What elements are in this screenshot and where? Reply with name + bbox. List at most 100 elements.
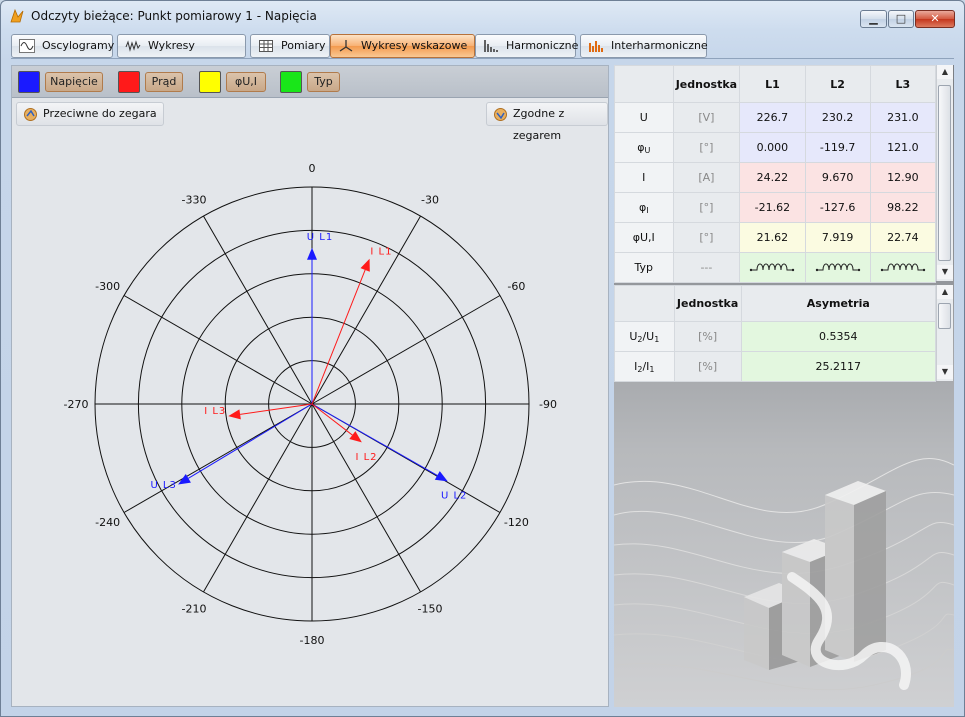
tab-wykresy-czasowe[interactable]: Wykresy czasowe [117,34,246,74]
phasor-i-l3: I L3 [204,403,313,420]
unit-cell: [°] [672,222,741,253]
phasor-arrowhead [349,431,362,443]
tab-pomiary[interactable]: Pomiary [250,34,330,58]
phasor-u-l2: U L2 [311,403,467,501]
main-window: Odczyty bieżące: Punkt pomiarowy 1 - Nap… [0,0,965,717]
phasor-arrowhead [307,247,317,260]
phase-measurements-table: Jednostka L1 L2 L3 U [V] 226.7 230.2 231… [614,65,937,283]
value-cell: 7.919 [804,222,871,253]
phasor-label: U L2 [441,490,467,501]
value-cell: -119.7 [804,132,871,163]
maximize-button[interactable]: □ [888,10,914,28]
close-button[interactable]: ✕ [915,10,955,28]
scroll-up-icon[interactable]: ▲ [937,285,953,299]
polar-spoke [311,215,421,405]
unit-column-header: Jednostka [673,285,742,322]
scroll-down-icon[interactable]: ▼ [937,265,953,279]
angle-tick-label: -330 [182,194,207,207]
table-row: U [V] 226.7 230.2 231.0 [614,102,937,133]
angle-tick-label: -30 [421,194,439,207]
value-cell: 98.22 [869,192,937,223]
measurement-panel: Jednostka L1 L2 L3 U [V] 226.7 230.2 231… [614,65,954,707]
polar-spoke [203,215,313,405]
l3-column-header: L3 [869,65,937,103]
table2-scrollbar[interactable]: ▲ ▼ [936,285,953,381]
table-row: I2/I1 [%] 25.2117 [614,351,937,382]
phasor-label: I L3 [204,406,226,417]
tab-label: Pomiary [281,39,326,52]
sine-wave-icon [19,39,35,53]
phasor-label: I L2 [355,452,377,463]
close-icon: ✕ [930,12,940,25]
value-cell: 121.0 [869,132,937,163]
scroll-thumb[interactable] [938,303,951,329]
tab-label: Harmoniczne [506,39,579,52]
table-row: Typ --- [614,252,937,283]
asymmetry-table: Jednostka Asymetria U2/U1 [%] 0.5354 I2/… [614,285,937,382]
row-label-u: U [614,102,674,133]
tab-wykresy-wskazowe[interactable]: Wykresy wskazowe [330,34,475,58]
value-cell: 22.74 [869,222,937,253]
scroll-thumb[interactable] [938,85,951,261]
l2-column-header: L2 [804,65,871,103]
phasor-label: U L1 [307,232,333,243]
polar-spoke [311,403,421,593]
tab-interharmoniczne[interactable]: Interharmoniczne [580,34,708,58]
tab-oscylogramy[interactable]: Oscylogramy [11,34,114,58]
scroll-up-icon[interactable]: ▲ [937,65,953,79]
app-logo-icon [10,8,24,23]
l1-column-header: L1 [739,65,806,103]
value-cell: 0.5354 [740,321,937,352]
table-row: I [A] 24.22 9.670 12.90 [614,162,937,193]
inductive-icon [804,252,871,283]
unit-cell: [%] [673,351,742,382]
scroll-down-icon[interactable]: ▼ [937,365,953,379]
tab-label: Interharmoniczne [611,39,708,52]
maximize-icon: □ [895,12,907,25]
angle-tick-label: -210 [182,602,207,615]
row-label-phi-i: φI [614,192,674,223]
phasor-shaft [240,403,313,415]
table-row: φU,I [°] 21.62 7.919 22.74 [614,222,937,253]
angle-tick-label: -270 [64,398,89,411]
phasor-u-l3: U L3 [150,403,313,491]
phasor-diagram: 0 -30 -60 -90 -120 -150 -180 -210 -240 -270 -300 -3… [64,162,557,647]
value-cell: 21.62 [739,222,806,253]
phasor-i-l2: I L2 [311,403,377,463]
polar-spoke [123,295,313,405]
angle-tick-label: -180 [300,634,325,647]
phasor-arrowhead [360,258,370,272]
unit-column-header: Jednostka [672,65,741,103]
unit-cell: --- [672,252,741,283]
value-cell: -21.62 [739,192,806,223]
value-cell: 0.000 [739,132,806,163]
minimize-button[interactable]: ▁ [860,10,887,28]
value-cell: 230.2 [804,102,871,133]
time-plot-icon [125,40,141,52]
tab-harmoniczne[interactable]: Harmoniczne [475,34,579,58]
angle-tick-label: -120 [504,516,529,529]
angle-tick-label: -240 [95,516,120,529]
tab-label: Wykresy wskazowe [361,39,468,52]
row-label-phi-ui: φU,I [614,222,674,253]
unit-cell: [°] [672,192,741,223]
angle-tick-label: -300 [95,280,120,293]
unit-cell: [%] [673,321,742,352]
value-cell: 25.2117 [740,351,937,382]
table1-scrollbar[interactable]: ▲ ▼ [936,65,953,281]
polar-spoke [203,403,313,593]
asymmetry-column-header: Asymetria [740,285,937,322]
table-icon [259,40,273,52]
polar-spoke [123,403,313,513]
table-row: U2/U1 [%] 0.5354 [614,321,937,352]
interharmonics-icon [589,41,603,52]
phasor-shaft [311,269,366,405]
phasor-arrowhead [228,409,241,420]
angle-tick-label: -90 [539,398,557,411]
angle-tick-label: -60 [507,280,525,293]
row-label-u2-u1: U2/U1 [614,321,675,352]
inductive-icon [739,252,806,283]
angle-tick-label: 0 [309,162,316,175]
window-title: Odczyty bieżące: Punkt pomiarowy 1 - Nap… [31,9,317,23]
unit-cell: [°] [672,132,741,163]
